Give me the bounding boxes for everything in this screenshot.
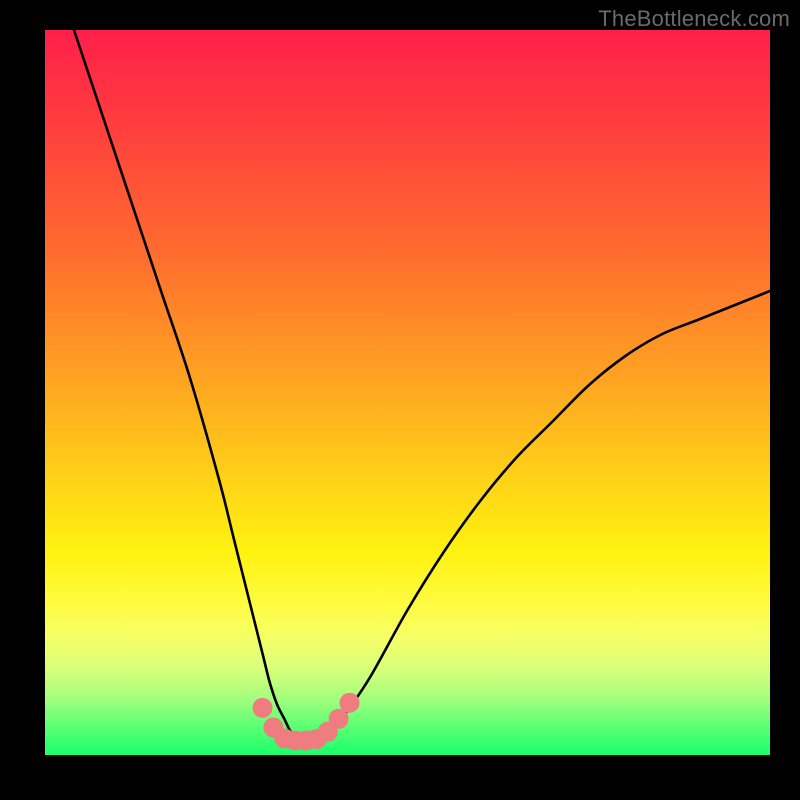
chart-frame: TheBottleneck.com xyxy=(0,0,800,800)
curve-group xyxy=(74,30,770,741)
chart-svg xyxy=(45,30,770,755)
optimal-range-markers xyxy=(253,693,360,751)
marker-dot xyxy=(253,698,273,718)
bottleneck-curve xyxy=(74,30,770,741)
marker-dot xyxy=(340,693,360,713)
plot-area xyxy=(45,30,770,755)
watermark-text: TheBottleneck.com xyxy=(598,6,790,32)
